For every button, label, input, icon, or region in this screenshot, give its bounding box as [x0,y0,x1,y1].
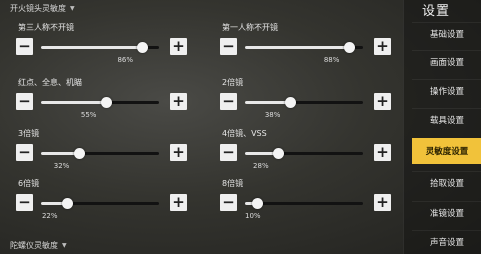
sidebar-item-audio[interactable]: 声音设置 [412,230,481,252]
slider-track[interactable]: 28% [245,148,363,170]
sidebar-item-vehicle[interactable]: 载具设置 [412,108,481,130]
increase-button[interactable]: + [374,38,391,55]
decrease-button[interactable]: − [220,144,237,161]
slider-track[interactable]: 86% [41,42,159,64]
slider-track[interactable]: 22% [41,198,159,220]
slider-percent: 28% [253,162,269,170]
slider-track[interactable]: 32% [41,148,159,170]
slider-track[interactable]: 88% [245,42,363,64]
chevron-down-icon: ▼ [62,242,67,249]
section-title: 陀螺仪灵敏度 [10,241,58,250]
slider-handle[interactable] [273,148,285,159]
slider-percent: 86% [117,56,134,64]
increase-button[interactable]: + [374,144,391,161]
slider-label: 3倍镜 [18,129,40,138]
decrease-button[interactable]: − [220,194,237,211]
slider-track[interactable]: 55% [41,97,159,119]
slider-label: 第三人称不开镜 [18,23,74,32]
sidebar-item-sensitivity[interactable]: 灵敏度设置 [412,138,481,164]
chevron-down-icon: ▼ [70,5,75,12]
section-title: 开火镜头灵敏度 [10,4,66,13]
slider-6x-scope: 6倍镜 − 22% + [16,178,194,226]
slider-2x-scope: 2倍镜 − 38% + [220,77,398,125]
section-header-gyro-sensitivity[interactable]: 陀螺仪灵敏度 ▼ [10,240,67,251]
slider-4x-scope-vss: 4倍镜、VSS − 28% + [220,128,398,176]
settings-main-panel: 开火镜头灵敏度 ▼ 第三人称不开镜 − 86% + 第一人称不开镜 − 88% … [0,0,403,254]
settings-sidebar: 设置 基础设置 画面设置 操作设置 载具设置 灵敏度设置 拾取设置 准镜设置 声… [403,0,481,254]
slider-red-dot-holo-iron: 红点、全息、机瞄 − 55% + [16,77,194,125]
decrease-button[interactable]: − [16,93,33,110]
increase-button[interactable]: + [374,194,391,211]
slider-handle[interactable] [100,97,112,108]
slider-handle[interactable] [61,198,73,209]
decrease-button[interactable]: − [220,93,237,110]
slider-percent: 88% [323,56,340,64]
slider-3x-scope: 3倍镜 − 32% + [16,128,194,176]
sidebar-item-graphics[interactable]: 画面设置 [412,50,481,72]
slider-percent: 10% [245,212,261,220]
increase-button[interactable]: + [170,38,187,55]
increase-button[interactable]: + [170,144,187,161]
sidebar-item-basic[interactable]: 基础设置 [412,22,481,44]
slider-8x-scope: 8倍镜 − 10% + [220,178,398,226]
slider-percent: 32% [53,162,70,170]
slider-handle[interactable] [251,198,263,209]
slider-fill [245,46,349,49]
slider-third-person-no-scope: 第三人称不开镜 − 86% + [16,22,194,70]
increase-button[interactable]: + [170,93,187,110]
slider-percent: 55% [80,111,97,119]
slider-first-person-no-scope: 第一人称不开镜 − 88% + [220,22,398,70]
sidebar-item-controls[interactable]: 操作设置 [412,79,481,101]
slider-track[interactable]: 38% [245,97,363,119]
slider-handle[interactable] [137,42,149,53]
slider-percent: 22% [41,212,58,220]
slider-fill [41,46,143,49]
slider-fill [245,101,290,104]
slider-fill [41,101,106,104]
slider-handle[interactable] [73,148,85,159]
decrease-button[interactable]: − [220,38,237,55]
decrease-button[interactable]: − [16,194,33,211]
increase-button[interactable]: + [170,194,187,211]
slider-label: 6倍镜 [18,179,40,188]
slider-percent: 38% [264,111,281,119]
decrease-button[interactable]: − [16,38,33,55]
slider-handle[interactable] [343,42,355,53]
sidebar-item-crosshair[interactable]: 准镜设置 [412,201,481,223]
slider-label: 红点、全息、机瞄 [18,78,82,87]
sidebar-title: 设置 [422,4,451,19]
sidebar-item-pickup[interactable]: 拾取设置 [412,171,481,193]
section-header-scope-sensitivity[interactable]: 开火镜头灵敏度 ▼ [10,3,75,14]
increase-button[interactable]: + [374,93,391,110]
slider-label: 2倍镜 [222,78,244,87]
slider-label: 8倍镜 [222,179,244,188]
slider-track[interactable]: 10% [245,198,363,220]
slider-label: 4倍镜、VSS [222,129,267,138]
slider-handle[interactable] [284,97,296,108]
decrease-button[interactable]: − [16,144,33,161]
slider-label: 第一人称不开镜 [222,23,278,32]
